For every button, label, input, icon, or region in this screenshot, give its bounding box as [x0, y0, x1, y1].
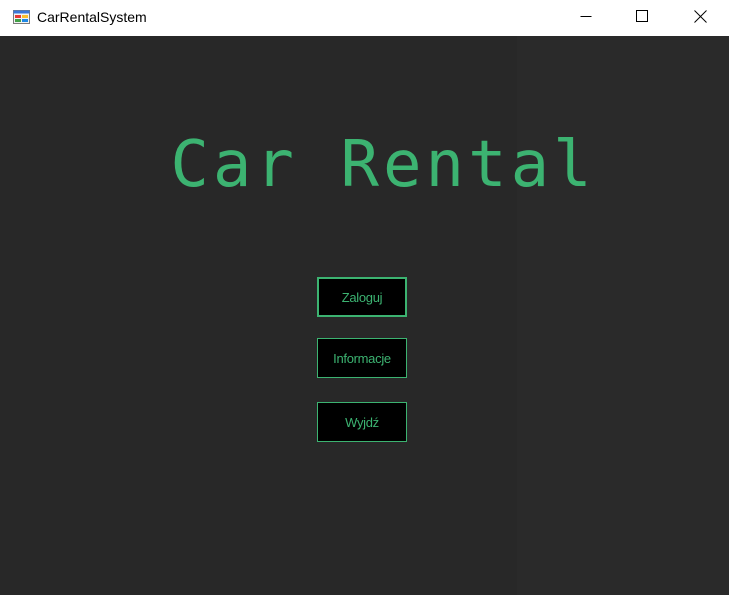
app-window: CarRentalSystem Car Rental Zaloguj Infor… — [0, 0, 729, 595]
app-heading: Car Rental — [170, 128, 596, 202]
main-panel: Car Rental Zaloguj Informacje Wyjdź — [0, 36, 729, 595]
minimize-button[interactable] — [563, 0, 609, 32]
maximize-button[interactable] — [619, 0, 665, 32]
info-button[interactable]: Informacje — [317, 338, 407, 378]
title-bar[interactable]: CarRentalSystem — [0, 0, 729, 36]
minimize-icon — [580, 16, 592, 17]
background-panel — [517, 36, 729, 595]
exit-button[interactable]: Wyjdź — [317, 402, 407, 442]
app-icon — [13, 10, 30, 24]
close-icon — [693, 9, 707, 23]
maximize-icon — [636, 10, 648, 22]
login-button[interactable]: Zaloguj — [317, 277, 407, 317]
close-button[interactable] — [677, 0, 723, 32]
window-title: CarRentalSystem — [37, 9, 147, 25]
